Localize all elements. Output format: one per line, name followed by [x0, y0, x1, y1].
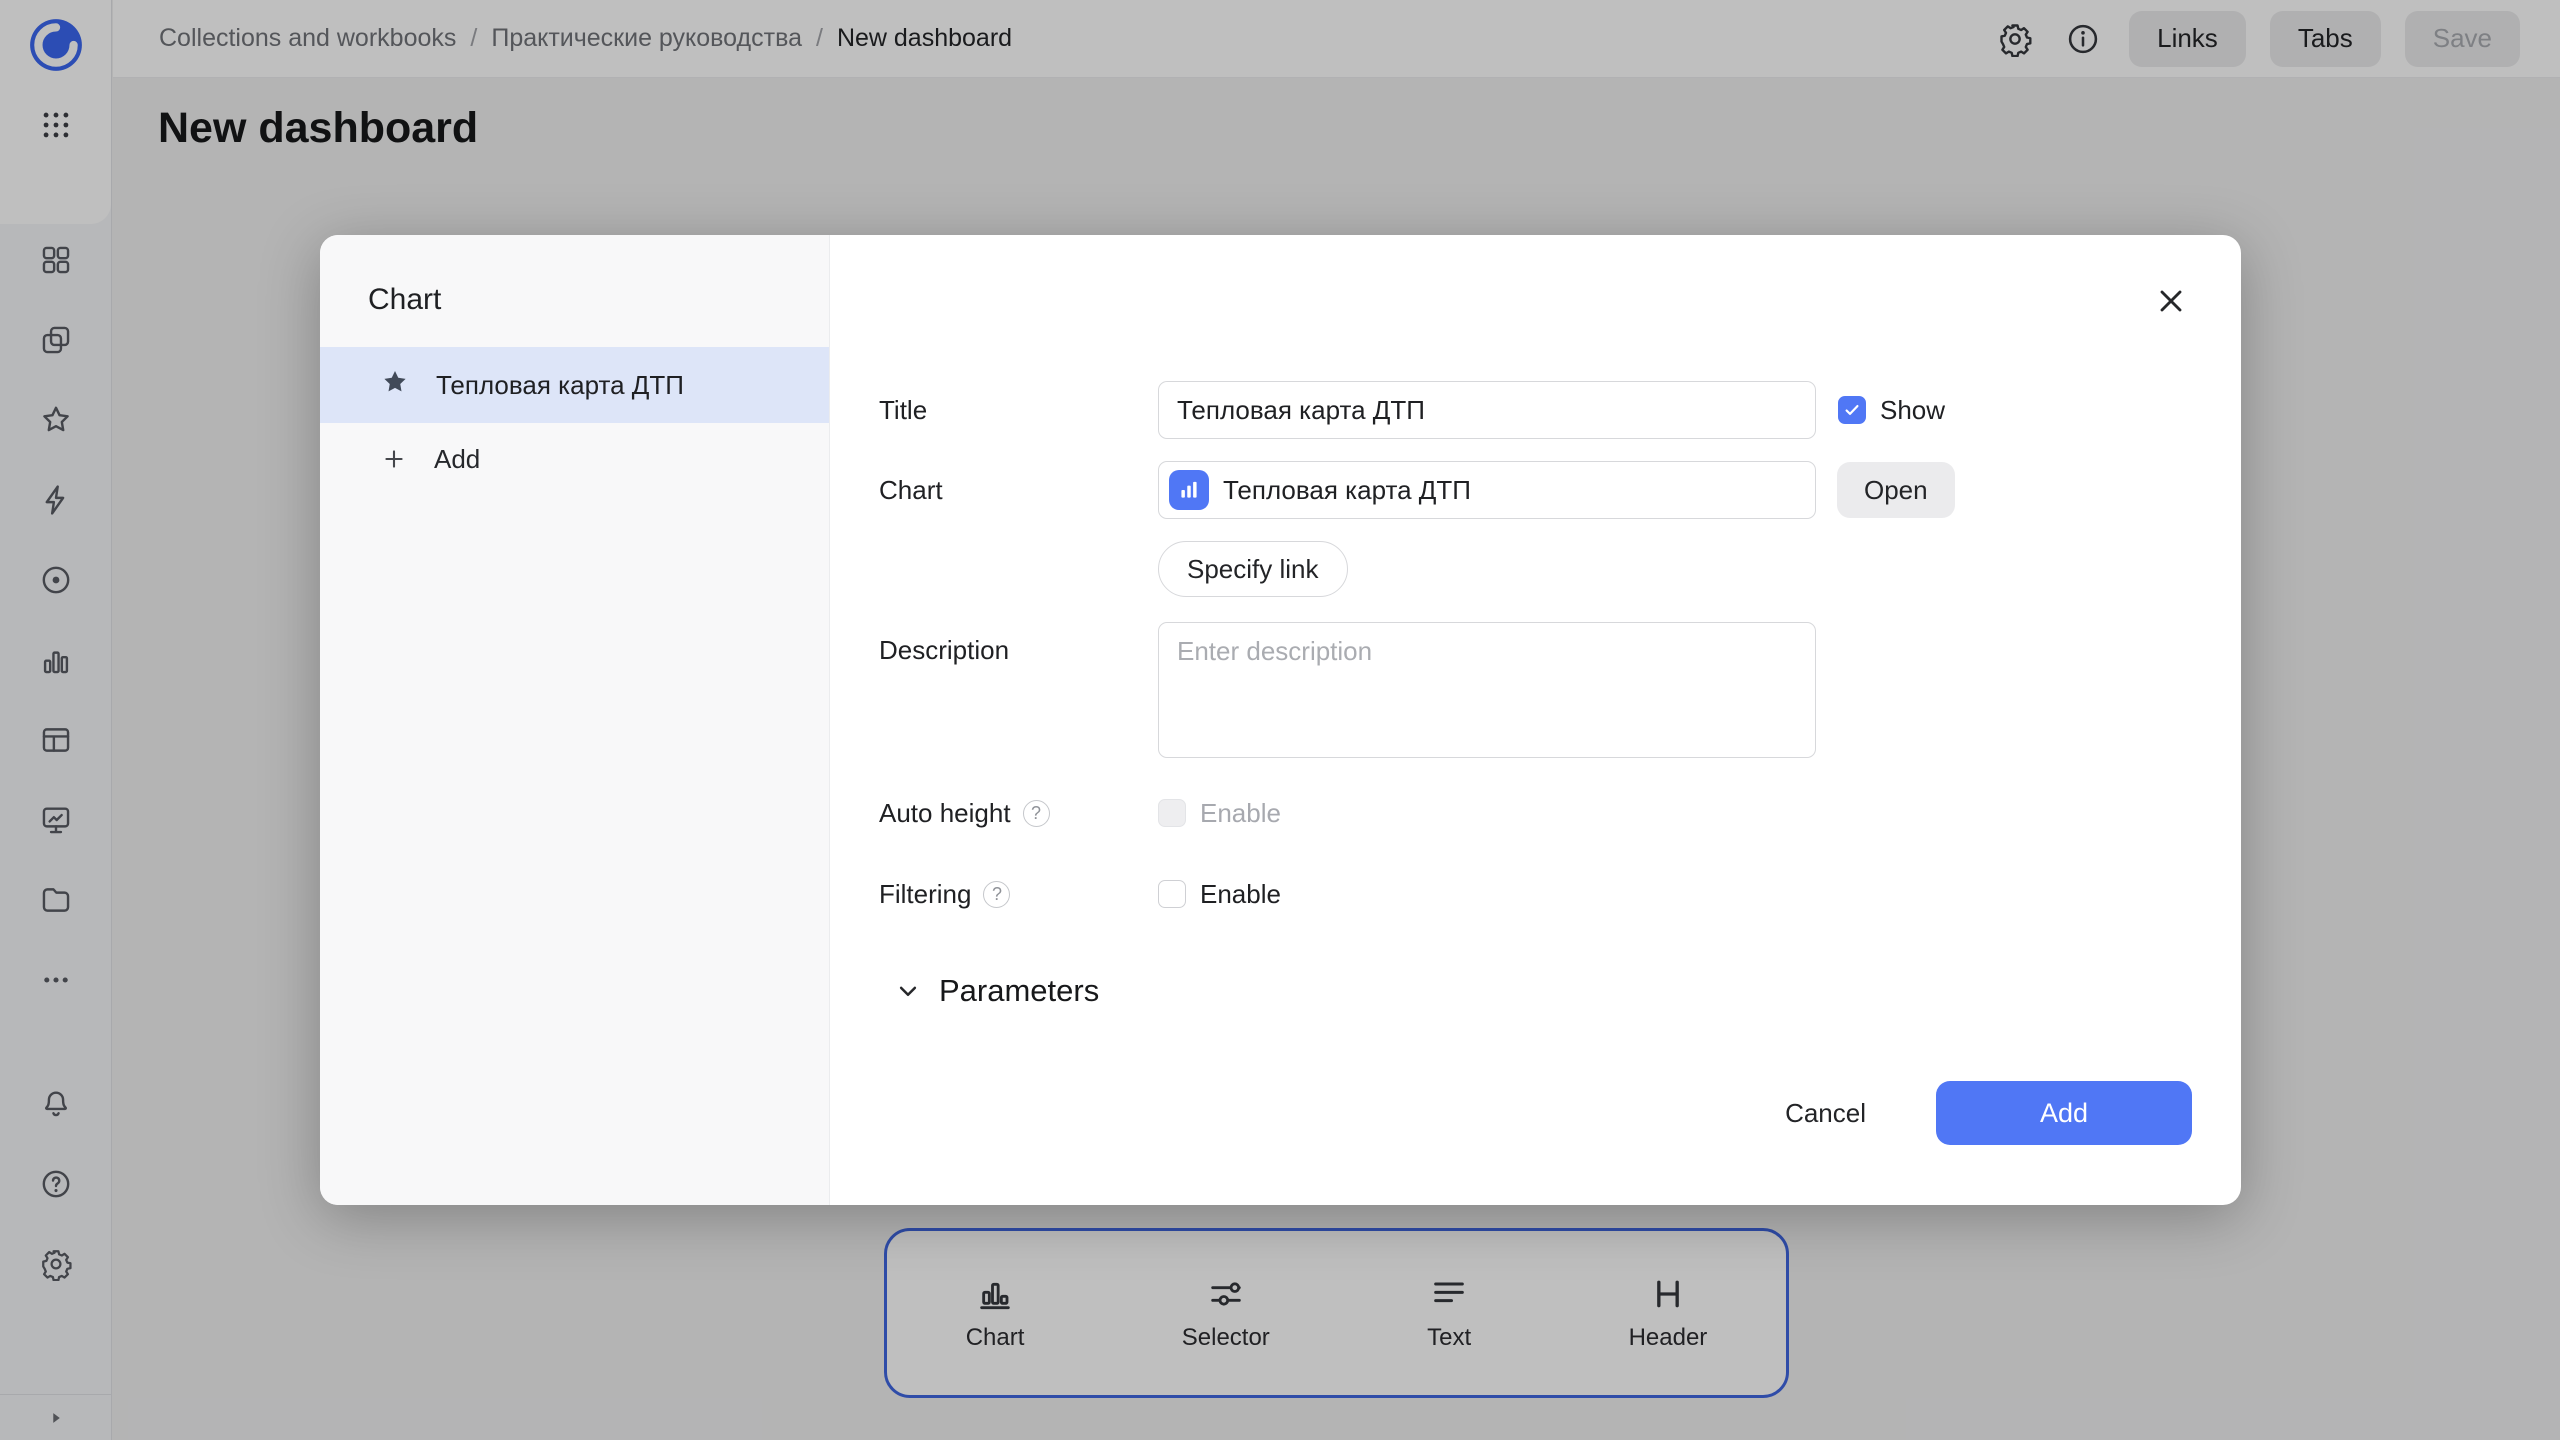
close-icon[interactable] [2149, 279, 2193, 323]
plus-icon [385, 450, 403, 468]
auto-height-label-text: Auto height [879, 797, 1011, 828]
chart-select-input[interactable]: Тепловая карта ДТП [1158, 461, 1816, 519]
chevron-down-icon [899, 986, 917, 996]
description-textarea[interactable] [1158, 622, 1816, 758]
help-icon[interactable]: ? [983, 880, 1011, 908]
star-icon [380, 367, 410, 404]
add-button[interactable]: Add [1936, 1081, 2192, 1145]
chart-list-item-label: Тепловая карта ДТП [436, 369, 684, 400]
auto-height-checkbox [1158, 799, 1186, 827]
chart-list-item[interactable]: Тепловая карта ДТП [320, 347, 829, 423]
filtering-label: Filtering ? [879, 879, 1158, 910]
add-list-item-label: Add [434, 443, 481, 474]
show-label: Show [1880, 394, 1946, 425]
dialog-sidebar: Chart Тепловая карта ДТП Add [320, 235, 830, 1205]
title-input[interactable] [1158, 381, 1816, 439]
help-icon[interactable]: ? [1022, 799, 1050, 827]
chart-type-icon [1169, 470, 1209, 510]
chart-settings-form: Title Show Chart Тепловая карта ДТП [830, 235, 2241, 1009]
dialog-chart-list: Тепловая карта ДТП Add [320, 347, 829, 495]
description-label: Description [879, 635, 1010, 665]
chart-select-value: Тепловая карта ДТП [1223, 474, 1471, 505]
chart-label: Chart [879, 474, 943, 505]
auto-height-enable-label: Enable [1200, 797, 1281, 828]
dialog-title: Chart [368, 283, 442, 316]
filtering-enable-label: Enable [1200, 878, 1281, 909]
parameters-section-toggle[interactable]: Parameters [893, 973, 2177, 1009]
auto-height-label: Auto height ? [879, 798, 1158, 829]
app-root: Collections and workbooks / Практические… [0, 0, 2560, 1440]
specify-link-button[interactable]: Specify link [1158, 541, 1348, 597]
cancel-button[interactable]: Cancel [1759, 1081, 1892, 1145]
parameters-label: Parameters [939, 973, 1100, 1008]
chart-dialog: Chart Тепловая карта ДТП Add Title Тепло… [320, 235, 2241, 1205]
open-button[interactable]: Open [1837, 462, 1955, 518]
filtering-checkbox[interactable] [1158, 880, 1186, 908]
filtering-label-text: Filtering [879, 878, 972, 909]
title-label: Title [879, 394, 928, 425]
dialog-body: Title Show Chart Тепловая карта ДТП [830, 235, 2241, 1205]
check-icon [1845, 405, 1859, 415]
add-list-item-button[interactable]: Add [320, 423, 829, 495]
dialog-footer: Cancel Add [1759, 1081, 2192, 1145]
show-checkbox[interactable] [1838, 396, 1866, 424]
